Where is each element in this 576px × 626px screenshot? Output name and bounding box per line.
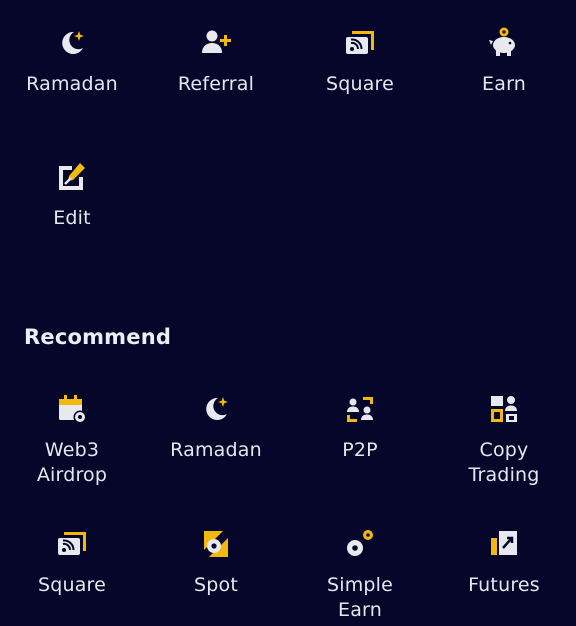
recommend-grid: Web3 Airdrop Ramadan P2P Copy Trading	[0, 392, 576, 488]
shortcut-label: Spot	[194, 574, 238, 596]
shortcut-label: Earn	[482, 73, 526, 95]
recommend-web3-airdrop[interactable]: Web3 Airdrop	[0, 392, 144, 488]
recommend-copy-trading[interactable]: Copy Trading	[432, 392, 576, 488]
broadcast-square-icon	[55, 527, 89, 561]
shortcut-label: Square	[37, 574, 107, 596]
shortcut-label: Ramadan	[170, 439, 262, 461]
shortcut-label: Copy Trading	[468, 439, 540, 486]
recommend-grid-row-2: Square Spot Simple Earn Futures	[0, 527, 576, 623]
favorites-grid: Ramadan Referral Square Earn	[0, 26, 576, 97]
simple-earn-icon	[343, 527, 377, 561]
spot-icon	[199, 527, 233, 561]
futures-icon	[487, 527, 521, 561]
p2p-users-icon	[343, 392, 377, 426]
recommend-futures[interactable]: Futures	[432, 527, 576, 623]
shortcut-edit[interactable]: Edit	[0, 160, 144, 231]
shortcut-label: Futures	[468, 574, 540, 596]
shortcut-referral[interactable]: Referral	[144, 26, 288, 97]
edit-icon	[55, 160, 89, 194]
recommend-square[interactable]: Square	[0, 527, 144, 623]
recommend-ramadan[interactable]: Ramadan	[144, 392, 288, 488]
shortcut-ramadan[interactable]: Ramadan	[0, 26, 144, 97]
shortcut-label: Edit	[53, 207, 91, 229]
app-shortcuts-screen: Ramadan Referral Square Earn Edit Recomm…	[0, 0, 576, 626]
shortcut-square[interactable]: Square	[288, 26, 432, 97]
moon-star-icon	[55, 26, 89, 60]
recommend-spot[interactable]: Spot	[144, 527, 288, 623]
broadcast-square-icon	[343, 26, 377, 60]
piggy-bank-icon	[487, 26, 521, 60]
shortcut-label: Web3 Airdrop	[36, 439, 108, 486]
shortcut-label: Simple Earn	[326, 574, 394, 621]
shortcut-label: Referral	[177, 73, 255, 95]
favorites-grid-row-2: Edit	[0, 160, 576, 231]
recommend-p2p[interactable]: P2P	[288, 392, 432, 488]
shortcut-earn[interactable]: Earn	[432, 26, 576, 97]
copy-trading-icon	[487, 392, 521, 426]
moon-star-icon	[199, 392, 233, 426]
shortcut-label: Ramadan	[26, 73, 118, 95]
recommend-section-title: Recommend	[24, 325, 172, 349]
shortcut-label: Square	[325, 73, 395, 95]
recommend-simple-earn[interactable]: Simple Earn	[288, 527, 432, 623]
add-user-icon	[199, 26, 233, 60]
calendar-airdrop-icon	[55, 392, 89, 426]
shortcut-label: P2P	[342, 439, 378, 461]
